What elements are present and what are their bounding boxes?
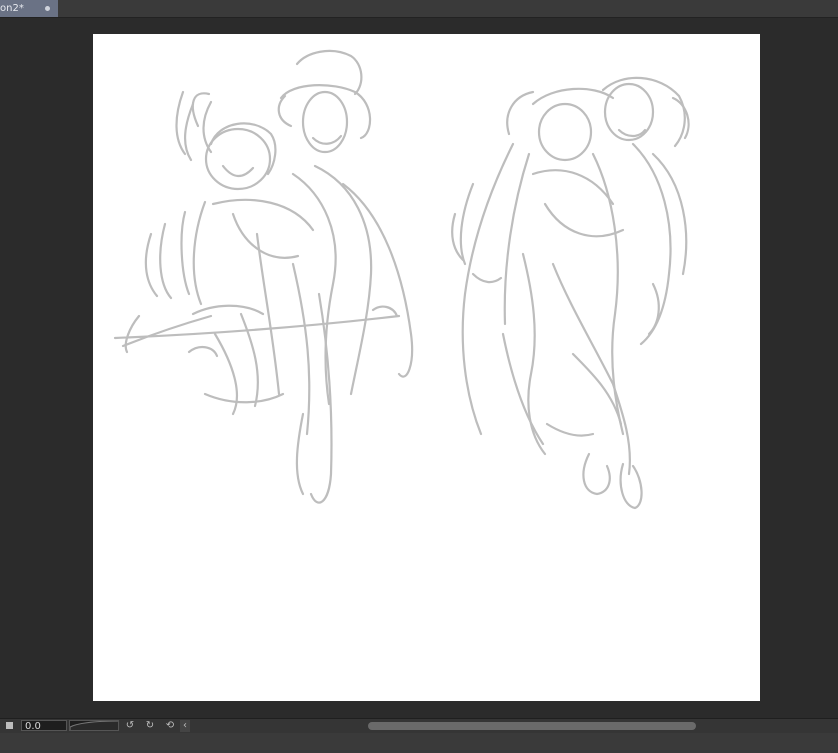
document-tab-label: on2* [0,3,24,14]
chevron-left-icon[interactable]: ‹ [180,720,190,732]
bottom-panel-strip [0,733,838,753]
rotate-right-icon[interactable]: ↻ [144,720,156,732]
canvas-workspace[interactable] [0,18,838,718]
zoom-slider-curve [70,721,118,730]
horizontal-scrollbar[interactable] [193,721,838,731]
dot-close-icon[interactable] [45,6,50,11]
stop-icon[interactable] [6,722,13,729]
document-tab-bar: on2* [0,0,838,18]
horizontal-scrollbar-thumb[interactable] [368,722,696,730]
sketch-drawing [113,49,690,510]
reset-rotation-icon[interactable]: ⟲ [164,720,176,732]
zoom-slider[interactable] [69,720,119,731]
drawing-canvas[interactable] [93,34,760,701]
zoom-value-field[interactable]: 0.0 [21,720,67,732]
document-tab[interactable]: on2* [0,0,58,17]
canvas-status-bar: 0.0 ↺ ↻ ⟲ ‹ [0,718,838,733]
rotate-left-icon[interactable]: ↺ [124,720,136,732]
